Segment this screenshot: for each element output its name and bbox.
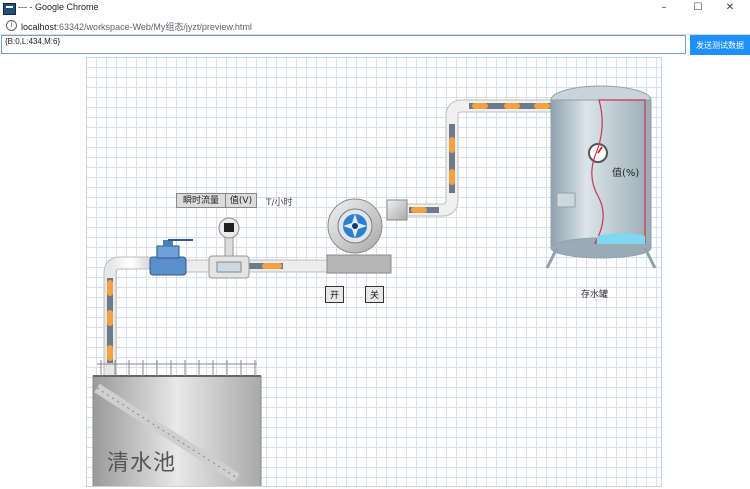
tank-label: 存水罐 bbox=[581, 290, 609, 300]
pump-on-button[interactable]: 开 bbox=[325, 286, 344, 303]
flowmeter-label: 瞬时流量 bbox=[176, 193, 226, 208]
url-host: localhost bbox=[21, 22, 57, 32]
send-test-data-button[interactable]: 发送测试数据 bbox=[690, 35, 750, 55]
minimize-button[interactable]: – bbox=[652, 1, 676, 15]
info-icon[interactable]: i bbox=[6, 20, 17, 31]
tank-level-value: 值(%) bbox=[612, 168, 640, 179]
flowmeter-unit: T/小时 bbox=[266, 198, 293, 208]
flowmeter-value: 值(V) bbox=[225, 193, 257, 208]
app-icon bbox=[3, 3, 16, 15]
process-diagram bbox=[92, 85, 657, 486]
address-bar[interactable]: i localhost:63342/workspace-Web/My组态/jyz… bbox=[0, 17, 750, 35]
pool-label: 清水池 bbox=[107, 451, 177, 476]
pump-off-button[interactable]: 关 bbox=[365, 286, 384, 303]
window-title: --- - Google Chrome bbox=[18, 2, 99, 12]
flowmeter[interactable] bbox=[208, 217, 250, 279]
scada-canvas: 瞬时流量 值(V) T/小时 开 关 值(%) 存水罐 清水池 bbox=[86, 57, 662, 487]
close-button[interactable]: ✕ bbox=[718, 1, 742, 15]
window-titlebar: --- - Google Chrome – ☐ ✕ bbox=[0, 0, 750, 18]
url-text[interactable]: localhost:63342/workspace-Web/My组态/jyzt/… bbox=[21, 20, 252, 33]
url-path: :63342/workspace-Web/My组态/jyzt/preview.h… bbox=[56, 22, 252, 32]
pump[interactable] bbox=[326, 198, 408, 274]
maximize-button[interactable]: ☐ bbox=[686, 1, 710, 15]
command-input[interactable]: {B:0,L:434,M:6} bbox=[1, 35, 686, 54]
